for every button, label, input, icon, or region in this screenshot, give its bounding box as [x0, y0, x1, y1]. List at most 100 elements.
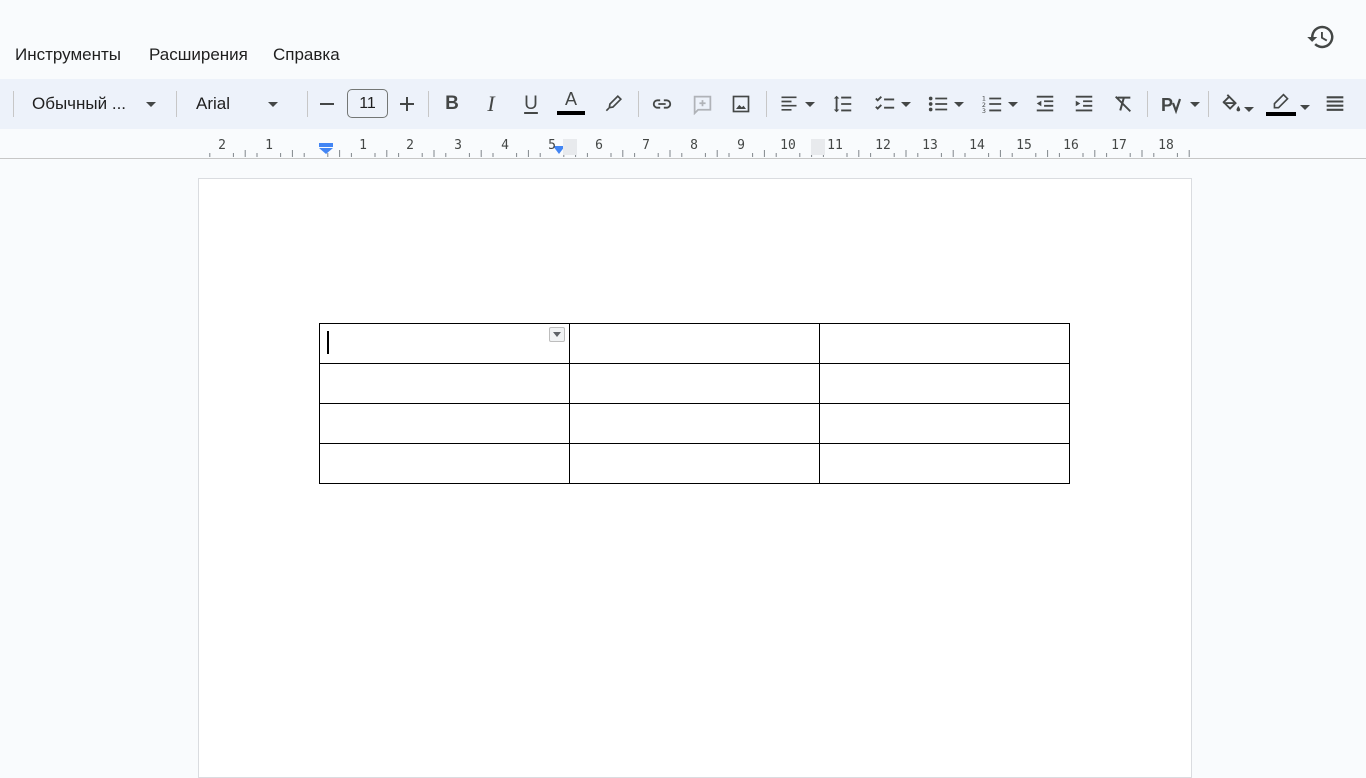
table-cell[interactable] [569, 363, 820, 404]
table-cell[interactable] [819, 323, 1070, 364]
menu-extensions[interactable]: Расширения [149, 44, 248, 66]
menu-help[interactable]: Справка [273, 44, 340, 66]
clear-formatting-icon [1115, 96, 1131, 112]
ruler-number: 10 [780, 138, 796, 153]
line-spacing-button[interactable] [828, 79, 858, 129]
left-indent-marker[interactable] [318, 143, 334, 155]
cell-background-icon [1222, 94, 1241, 112]
image-icon [732, 95, 750, 113]
ruler-number: 3 [454, 138, 462, 153]
chevron-down-icon [1244, 106, 1254, 112]
toolbar-divider [766, 91, 767, 117]
decrease-indent-button[interactable] [1030, 79, 1060, 129]
bulleted-list-dropdown[interactable] [922, 79, 968, 129]
ruler-number: 1 [359, 138, 367, 153]
table-cell[interactable] [569, 443, 820, 484]
font-family-dropdown[interactable]: Arial [186, 79, 298, 129]
ruler-number: 4 [501, 138, 509, 153]
chevron-down-icon [953, 101, 964, 107]
table-cell[interactable] [819, 443, 1070, 484]
ruler-number: 13 [922, 138, 938, 153]
table-row [319, 363, 1070, 404]
toolbar-divider [307, 91, 308, 117]
menu-bar: Инструменты Расширения Справка [0, 0, 1366, 78]
toolbar-divider [13, 91, 14, 117]
border-width-button[interactable] [1320, 79, 1350, 129]
table-row [319, 323, 1070, 364]
link-icon [652, 99, 672, 109]
ruler-number: 16 [1063, 138, 1079, 153]
ruler-number: 2 [218, 138, 226, 153]
document-table[interactable] [319, 323, 1070, 484]
clear-formatting-button[interactable] [1108, 79, 1138, 129]
ruler-number: 1 [265, 138, 273, 153]
history-icon [1307, 25, 1334, 49]
ruler-number: 8 [690, 138, 698, 153]
ruler-number: 9 [737, 138, 745, 153]
toolbar: Обычный ... Arial 11 B I U A 1 2 3 P [0, 79, 1366, 129]
table-row [319, 403, 1070, 444]
bold-icon: B [445, 93, 459, 114]
chevron-down-icon [146, 101, 157, 107]
italic-button[interactable]: I [476, 79, 506, 129]
table-cell[interactable] [819, 403, 1070, 444]
column-divider-handle[interactable] [563, 139, 577, 155]
numbered-list-dropdown[interactable]: 123 [976, 79, 1022, 129]
toolbar-divider [1147, 91, 1148, 117]
table-cell[interactable] [319, 403, 570, 444]
border-color-icon [1273, 92, 1289, 109]
table-cell[interactable] [319, 363, 570, 404]
insert-link-button[interactable] [647, 79, 677, 129]
table-cell[interactable] [819, 363, 1070, 404]
cell-background-dropdown[interactable] [1214, 79, 1260, 129]
numbered-list-icon: 123 [981, 94, 1001, 115]
border-color-group [1266, 92, 1296, 116]
document-page[interactable] [198, 178, 1192, 778]
ruler-number: 11 [827, 138, 843, 153]
spellcheck-dropdown[interactable]: P [1156, 79, 1204, 129]
increase-indent-icon [1075, 95, 1093, 112]
border-color-dropdown[interactable] [1264, 79, 1312, 129]
toolbar-divider [176, 91, 177, 117]
increase-indent-button[interactable] [1069, 79, 1099, 129]
table-row [319, 443, 1070, 484]
ruler-number: 12 [875, 138, 891, 153]
decrease-font-size-button[interactable] [313, 79, 341, 129]
menu-tools[interactable]: Инструменты [15, 44, 121, 66]
highlight-button[interactable] [598, 79, 628, 129]
plus-icon [400, 97, 414, 111]
underline-button[interactable]: U [516, 79, 546, 129]
column-divider-handle[interactable] [811, 139, 825, 155]
ruler-number: 6 [595, 138, 603, 153]
paragraph-style-label: Обычный ... [32, 94, 127, 113]
font-size-input[interactable]: 11 [347, 89, 388, 118]
align-dropdown[interactable] [775, 79, 819, 129]
ruler-number: 17 [1111, 138, 1127, 153]
border-width-icon [1326, 96, 1344, 111]
chevron-down-icon [805, 101, 815, 107]
checklist-dropdown[interactable] [869, 79, 915, 129]
chevron-down-icon [1190, 101, 1200, 107]
add-comment-button[interactable] [687, 79, 717, 129]
text-color-button[interactable]: A [556, 79, 586, 129]
table-cell[interactable] [319, 323, 570, 364]
align-left-icon [781, 96, 797, 111]
toolbar-divider [428, 91, 429, 117]
svg-text:P: P [1161, 95, 1173, 115]
ruler-number: 2 [406, 138, 414, 153]
increase-font-size-button[interactable] [393, 79, 421, 129]
toolbar-divider [638, 91, 639, 117]
chevron-down-icon [1007, 101, 1018, 107]
text-color-swatch [557, 110, 585, 115]
border-color-swatch [1266, 111, 1296, 116]
underline-icon: U [524, 93, 538, 114]
decrease-indent-icon [1036, 95, 1054, 112]
table-cell[interactable] [319, 443, 570, 484]
ruler-number: 7 [642, 138, 650, 153]
paragraph-style-dropdown[interactable]: Обычный ... [22, 79, 168, 129]
version-history-button[interactable] [1300, 16, 1342, 58]
table-cell[interactable] [569, 323, 820, 364]
insert-image-button[interactable] [726, 79, 756, 129]
bold-button[interactable]: B [437, 79, 467, 129]
table-cell[interactable] [569, 403, 820, 444]
